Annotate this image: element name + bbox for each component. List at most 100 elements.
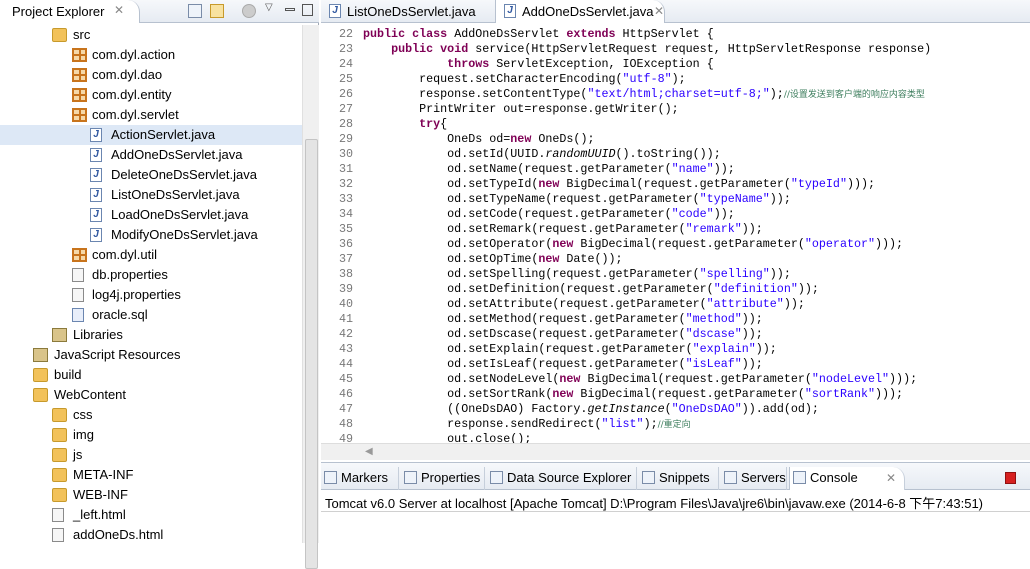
tree-item[interactable]: J ListOneDsServlet.java: [0, 185, 302, 205]
line-number: 47: [338, 402, 353, 416]
tree-item[interactable]: META-INF: [0, 465, 302, 485]
folder-icon: [52, 488, 67, 502]
string-literal: "nodeLevel": [811, 372, 890, 386]
line-number: 48: [338, 417, 353, 431]
tree-item[interactable]: src: [0, 25, 302, 45]
keyword: void: [440, 42, 469, 56]
static-method: getInstance: [587, 402, 665, 416]
tree-item[interactable]: com.dyl.entity: [0, 85, 302, 105]
scroll-left-icon[interactable]: ◀: [365, 446, 373, 457]
keyword: new: [552, 237, 574, 251]
tab-data-source-explorer[interactable]: Data Source Explorer: [487, 467, 637, 490]
tree-item[interactable]: Libraries: [0, 325, 302, 345]
package-icon: [72, 88, 87, 102]
string-literal: "sortRank": [804, 387, 876, 401]
tree-item[interactable]: css: [0, 405, 302, 425]
tree-item[interactable]: oracle.sql: [0, 305, 302, 325]
tree-item[interactable]: J AddOneDsServlet.java: [0, 145, 302, 165]
code-area[interactable]: 22 public class AddOneDsServlet extends H…: [321, 25, 1030, 443]
code-token: );: [671, 72, 686, 86]
properties-icon: [404, 471, 417, 484]
line-number: 43: [338, 342, 353, 356]
string-literal: "name": [671, 162, 714, 176]
collapse-all-icon[interactable]: [188, 4, 202, 18]
tree-item[interactable]: img: [0, 425, 302, 445]
console-output[interactable]: [321, 511, 1030, 512]
code-text: PrintWriter out=response.getWriter();: [363, 102, 679, 117]
tree-item[interactable]: com.dyl.action: [0, 45, 302, 65]
tree-item-label: css: [73, 407, 93, 422]
terminate-icon[interactable]: [1005, 472, 1016, 484]
code-token: od.setNodeLevel(: [363, 372, 560, 386]
line-number: 34: [338, 207, 353, 221]
string-literal: "list": [601, 417, 644, 431]
source-folder-icon: [52, 28, 67, 42]
close-icon[interactable]: ✕: [654, 4, 664, 18]
folder-icon: [52, 448, 67, 462]
tree-item[interactable]: com.dyl.dao: [0, 65, 302, 85]
tab-list-one-ds-servlet[interactable]: J ListOneDsServlet.java: [321, 0, 491, 23]
tab-console[interactable]: Console ✕: [789, 467, 905, 490]
tree-item[interactable]: com.dyl.util: [0, 245, 302, 265]
java-file-icon: J: [90, 188, 102, 202]
tab-snippets[interactable]: Snippets: [639, 467, 719, 490]
tree-item[interactable]: _left.html: [0, 505, 302, 525]
line-number: 32: [338, 177, 353, 191]
view-menu-icon[interactable]: ▽: [265, 2, 273, 13]
code-line: 43 od.setExplain(request.getParameter("e…: [321, 342, 1030, 357]
code-line: 45 od.setNodeLevel(new BigDecimal(reques…: [321, 372, 1030, 387]
tree-item[interactable]: db.properties: [0, 265, 302, 285]
string-literal: "method": [685, 312, 742, 326]
tree-item[interactable]: com.dyl.servlet: [0, 105, 302, 125]
code-line: 26 response.setContentType("text/html;ch…: [321, 87, 1030, 102]
tree-item[interactable]: js: [0, 445, 302, 465]
java-file-icon: J: [90, 148, 102, 162]
link-with-editor-icon[interactable]: [210, 4, 224, 18]
code-token: ));: [741, 357, 763, 371]
tree-item[interactable]: WEB-INF: [0, 485, 302, 505]
tab-markers[interactable]: Markers: [321, 467, 399, 490]
tree-item[interactable]: WebContent: [0, 385, 302, 405]
code-line: 29 OneDs od=new OneDs();: [321, 132, 1030, 147]
tree-item-label: img: [73, 427, 94, 442]
tab-servers[interactable]: Servers: [721, 467, 787, 490]
minimize-icon[interactable]: [285, 8, 295, 11]
tree-item[interactable]: build: [0, 365, 302, 385]
string-literal: "utf-8": [622, 72, 672, 86]
servers-icon: [724, 471, 737, 484]
close-icon[interactable]: ✕: [886, 467, 896, 489]
scrollbar-thumb[interactable]: [305, 139, 318, 569]
tree-item-label: ModifyOneDsServlet.java: [111, 227, 258, 242]
line-number: 36: [338, 237, 353, 251]
html-file-icon: [52, 508, 64, 522]
code-token: )).add(od);: [741, 402, 819, 416]
tab-add-one-ds-servlet[interactable]: J AddOneDsServlet.java ✕: [495, 0, 665, 23]
close-icon[interactable]: ✕: [114, 3, 124, 17]
code-token: ));: [783, 297, 805, 311]
tree-item[interactable]: J ActionServlet.java: [0, 125, 302, 145]
code-token: request.setCharacterEncoding(: [363, 72, 623, 86]
tree-item[interactable]: J DeleteOneDsServlet.java: [0, 165, 302, 185]
code-line: 38 od.setSpelling(request.getParameter("…: [321, 267, 1030, 282]
keyword: public: [391, 42, 434, 56]
code-text: od.setExplain(request.getParameter("expl…: [363, 342, 777, 357]
tab-properties[interactable]: Properties: [401, 467, 485, 490]
filter-icon[interactable]: [242, 4, 256, 18]
tree-item[interactable]: J ModifyOneDsServlet.java: [0, 225, 302, 245]
tree-item-label: JavaScript Resources: [54, 347, 181, 362]
folder-icon: [52, 428, 67, 442]
editor-horizontal-scrollbar[interactable]: ◀: [321, 443, 1030, 460]
tree-item[interactable]: log4j.properties: [0, 285, 302, 305]
tree-scrollbar[interactable]: [302, 25, 319, 569]
tree-item[interactable]: JavaScript Resources: [0, 345, 302, 365]
tree-item[interactable]: addOneDs.html: [0, 525, 302, 545]
javascript-resources-icon: [33, 348, 48, 362]
line-number: 40: [338, 297, 353, 311]
tab-label: AddOneDsServlet.java: [522, 4, 654, 19]
keyword: public: [363, 27, 406, 41]
tree-item[interactable]: J LoadOneDsServlet.java: [0, 205, 302, 225]
maximize-icon[interactable]: [302, 4, 313, 16]
code-token: Date());: [559, 252, 623, 266]
